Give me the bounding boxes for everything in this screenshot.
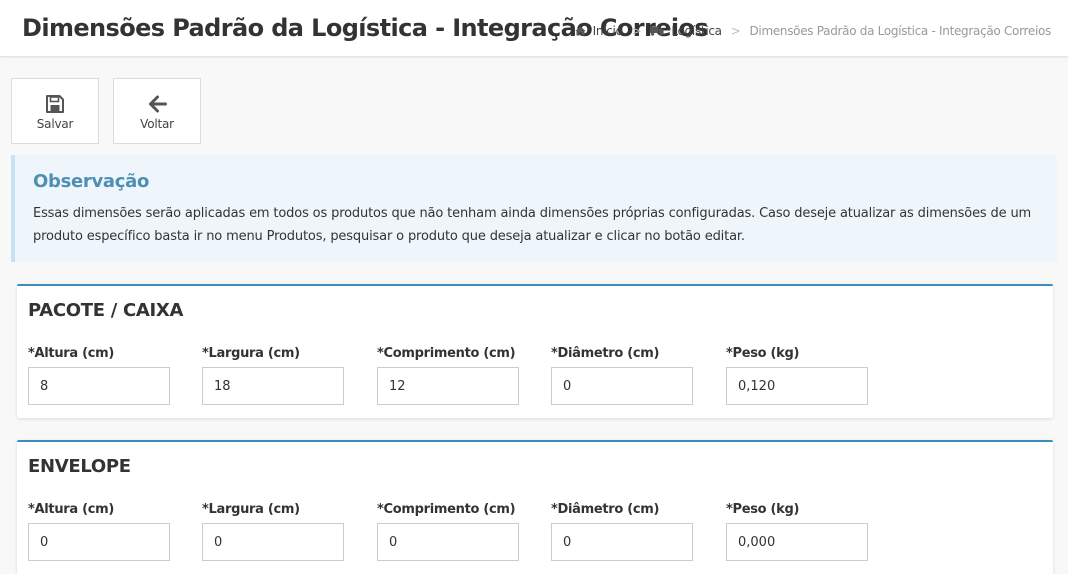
height-label: *Altura (cm): [28, 502, 115, 517]
weight-label: *Peso (kg): [726, 346, 800, 361]
height-label: *Altura (cm): [28, 346, 115, 361]
page-header: Dimensões Padrão da Logística - Integraç…: [0, 0, 1068, 57]
breadcrumb-logistica-link[interactable]: Logística: [650, 24, 722, 38]
width-field: *Largura (cm): [202, 346, 344, 405]
height-field: *Altura (cm): [28, 346, 170, 405]
width-label: *Largura (cm): [202, 502, 300, 517]
width-input[interactable]: [202, 523, 344, 561]
arrow-left-icon: [148, 95, 167, 113]
breadcrumb-current: Dimensões Padrão da Logística - Integraç…: [749, 24, 1051, 38]
diameter-label: *Diâmetro (cm): [551, 346, 660, 361]
envelope-section: ENVELOPE *Altura (cm) *Largura (cm) *Com…: [17, 440, 1053, 574]
length-input[interactable]: [377, 523, 519, 561]
save-button[interactable]: Salvar: [11, 78, 99, 144]
back-button-label: Voltar: [140, 117, 174, 131]
breadcrumb-logistica-label: Logística: [671, 24, 722, 38]
width-label: *Largura (cm): [202, 346, 300, 361]
weight-field: *Peso (kg): [726, 346, 868, 405]
diameter-input[interactable]: [551, 523, 693, 561]
observation-title: Observação: [33, 171, 150, 192]
weight-input[interactable]: [726, 523, 868, 561]
section-title: PACOTE / CAIXA: [28, 300, 184, 321]
width-input[interactable]: [202, 367, 344, 405]
weight-input[interactable]: [726, 367, 868, 405]
observation-text: Essas dimensões serão aplicadas em todos…: [33, 206, 1032, 244]
height-input[interactable]: [28, 523, 170, 561]
width-field: *Largura (cm): [202, 502, 344, 561]
package-box-section: PACOTE / CAIXA *Altura (cm) *Largura (cm…: [17, 284, 1053, 418]
home-icon: [574, 26, 586, 36]
length-label: *Comprimento (cm): [377, 346, 516, 361]
height-input[interactable]: [28, 367, 170, 405]
height-field: *Altura (cm): [28, 502, 170, 561]
breadcrumb: Início > Logística > Dimensões Padrão da…: [574, 24, 1051, 38]
save-icon: [46, 95, 64, 113]
breadcrumb-home-link[interactable]: Início: [574, 24, 623, 38]
diameter-field: *Diâmetro (cm): [551, 346, 693, 405]
back-button[interactable]: Voltar: [113, 78, 201, 144]
observation-callout: Observação Essas dimensões serão aplicad…: [11, 155, 1057, 262]
weight-field: *Peso (kg): [726, 502, 868, 561]
breadcrumb-home-label: Início: [592, 24, 623, 38]
truck-icon: [650, 26, 664, 36]
length-input[interactable]: [377, 367, 519, 405]
diameter-input[interactable]: [551, 367, 693, 405]
length-field: *Comprimento (cm): [377, 502, 519, 561]
length-label: *Comprimento (cm): [377, 502, 516, 517]
breadcrumb-separator: >: [730, 24, 741, 38]
diameter-field: *Diâmetro (cm): [551, 502, 693, 561]
length-field: *Comprimento (cm): [377, 346, 519, 405]
weight-label: *Peso (kg): [726, 502, 800, 517]
section-title: ENVELOPE: [28, 456, 131, 477]
diameter-label: *Diâmetro (cm): [551, 502, 660, 517]
save-button-label: Salvar: [36, 117, 74, 131]
breadcrumb-separator: >: [631, 24, 642, 38]
